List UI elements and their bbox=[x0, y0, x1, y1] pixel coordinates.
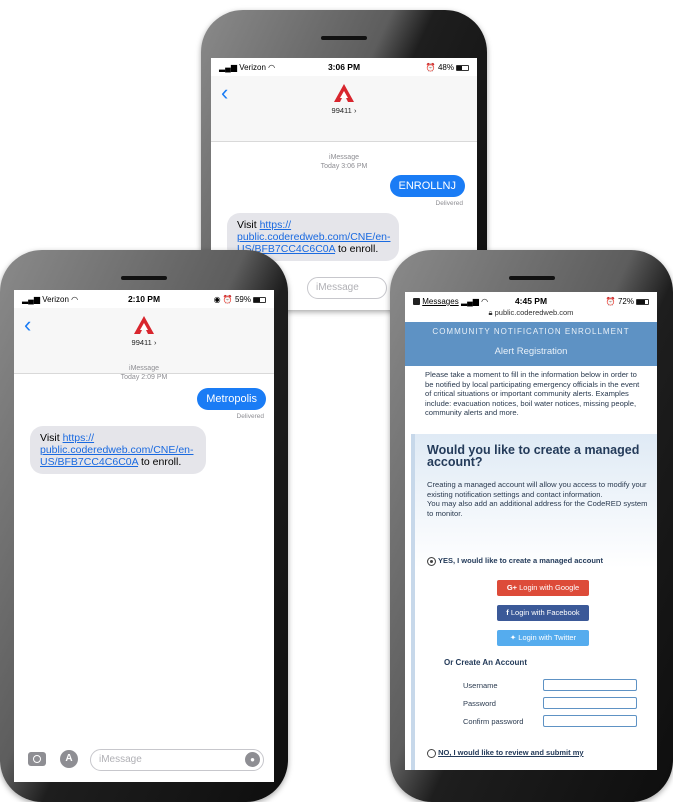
battery-percent: 72% bbox=[617, 297, 634, 306]
login-facebook-button[interactable]: f Login with Facebook bbox=[497, 605, 589, 621]
phone-left-screen: ▂▄▆ Verizon ◠ 2:10 PM ◉ ⏰ 59% ‹ 99411 › … bbox=[14, 290, 274, 782]
battery-icon bbox=[456, 64, 469, 71]
incoming-message: Visit https:// public.coderedweb.com/CNE… bbox=[30, 426, 206, 474]
enrollment-banner: COMMUNITY NOTIFICATION ENROLLMENT Alert … bbox=[405, 322, 657, 366]
managed-description: Creating a managed account will allow yo… bbox=[427, 480, 648, 518]
create-account-heading: Or Create An Account bbox=[444, 658, 527, 667]
section-heading: Would you like to create a managed accou… bbox=[427, 443, 640, 469]
delivered-label: Delivered bbox=[236, 413, 264, 420]
radio-button-icon[interactable] bbox=[427, 556, 436, 566]
codered-logo-icon bbox=[334, 84, 354, 102]
alarm-icon: ⏰ bbox=[222, 295, 233, 304]
conversation-header: ‹ 99411 › bbox=[211, 76, 477, 142]
radio-button-icon[interactable] bbox=[427, 748, 436, 758]
message-input[interactable]: iMessage ● bbox=[90, 749, 264, 771]
username-input[interactable] bbox=[543, 679, 637, 691]
address-bar[interactable]: 🔒︎ public.coderedweb.com bbox=[405, 308, 657, 320]
phone-right-screen: Messages ▂▄▆ ◠ 4:45 PM ⏰ 72% 🔒︎ public.c… bbox=[405, 292, 657, 770]
sender-number[interactable]: 99411 › bbox=[211, 106, 477, 115]
lock-icon: 🔒︎ bbox=[488, 308, 493, 317]
speaker-notch bbox=[321, 36, 367, 40]
password-label: Password bbox=[463, 699, 496, 708]
battery-percent: 48% bbox=[437, 63, 454, 72]
no-option[interactable]: NO, I would like to review and submit my bbox=[427, 748, 584, 758]
managed-account-section: Would you like to create a managed accou… bbox=[411, 434, 657, 770]
twitter-icon: ✦ bbox=[509, 633, 517, 642]
alarm-icon: ⏰ bbox=[605, 297, 616, 306]
back-chevron-icon[interactable]: ‹ bbox=[221, 82, 228, 104]
yes-option[interactable]: YES, I would like to create a managed ac… bbox=[427, 556, 603, 566]
message-meta: iMessage Today 2:09 PM bbox=[120, 365, 168, 381]
intro-text: Please take a moment to fill in the info… bbox=[425, 370, 640, 418]
sender-number[interactable]: 99411 › bbox=[14, 338, 274, 347]
status-bar: ▂▄▆ Verizon ◠ 2:10 PM ◉ ⏰ 59% bbox=[14, 290, 274, 308]
outgoing-message: Metropolis bbox=[197, 388, 266, 410]
speaker-notch bbox=[508, 276, 555, 280]
outgoing-message: ENROLLNJ bbox=[389, 175, 465, 197]
message-meta: iMessage Today 3:06 PM bbox=[320, 154, 368, 170]
password-input[interactable] bbox=[543, 697, 637, 709]
speaker-notch bbox=[121, 276, 167, 280]
location-icon: ◉ bbox=[213, 295, 221, 304]
appstore-icon[interactable]: A bbox=[60, 750, 78, 768]
battery-percent: 59% bbox=[234, 295, 251, 304]
banner-title: COMMUNITY NOTIFICATION ENROLLMENT bbox=[432, 327, 630, 336]
banner-subtitle: Alert Registration bbox=[494, 346, 568, 357]
google-plus-icon: G+ bbox=[506, 583, 518, 592]
camera-icon[interactable] bbox=[28, 752, 46, 766]
confirm-password-label: Confirm password bbox=[463, 717, 524, 726]
message-input-bar: A iMessage ● bbox=[14, 742, 274, 782]
message-input[interactable]: iMessage bbox=[307, 277, 387, 299]
facebook-icon: f bbox=[506, 608, 509, 617]
battery-icon bbox=[253, 296, 266, 303]
login-google-button[interactable]: G+ Login with Google bbox=[497, 580, 589, 596]
alarm-icon: ⏰ bbox=[425, 63, 436, 72]
login-twitter-button[interactable]: ✦ Login with Twitter bbox=[497, 630, 589, 646]
phone-right: Messages ▂▄▆ ◠ 4:45 PM ⏰ 72% 🔒︎ public.c… bbox=[390, 250, 673, 802]
confirm-password-input[interactable] bbox=[543, 715, 637, 727]
battery-icon bbox=[636, 298, 649, 305]
back-chevron-icon[interactable]: ‹ bbox=[24, 314, 31, 336]
screenshot-stage: ▂▄▆ Verizon ◠ 3:06 PM ⏰ 48% ‹ 99411 › iM… bbox=[0, 0, 673, 802]
status-bar: ▂▄▆ Verizon ◠ 3:06 PM ⏰ 48% bbox=[211, 58, 477, 76]
delivered-label: Delivered bbox=[435, 200, 463, 207]
username-label: Username bbox=[463, 681, 498, 690]
phone-left: ▂▄▆ Verizon ◠ 2:10 PM ◉ ⏰ 59% ‹ 99411 › … bbox=[0, 250, 288, 802]
codered-logo-icon bbox=[134, 316, 154, 334]
microphone-icon[interactable]: ● bbox=[245, 752, 260, 767]
